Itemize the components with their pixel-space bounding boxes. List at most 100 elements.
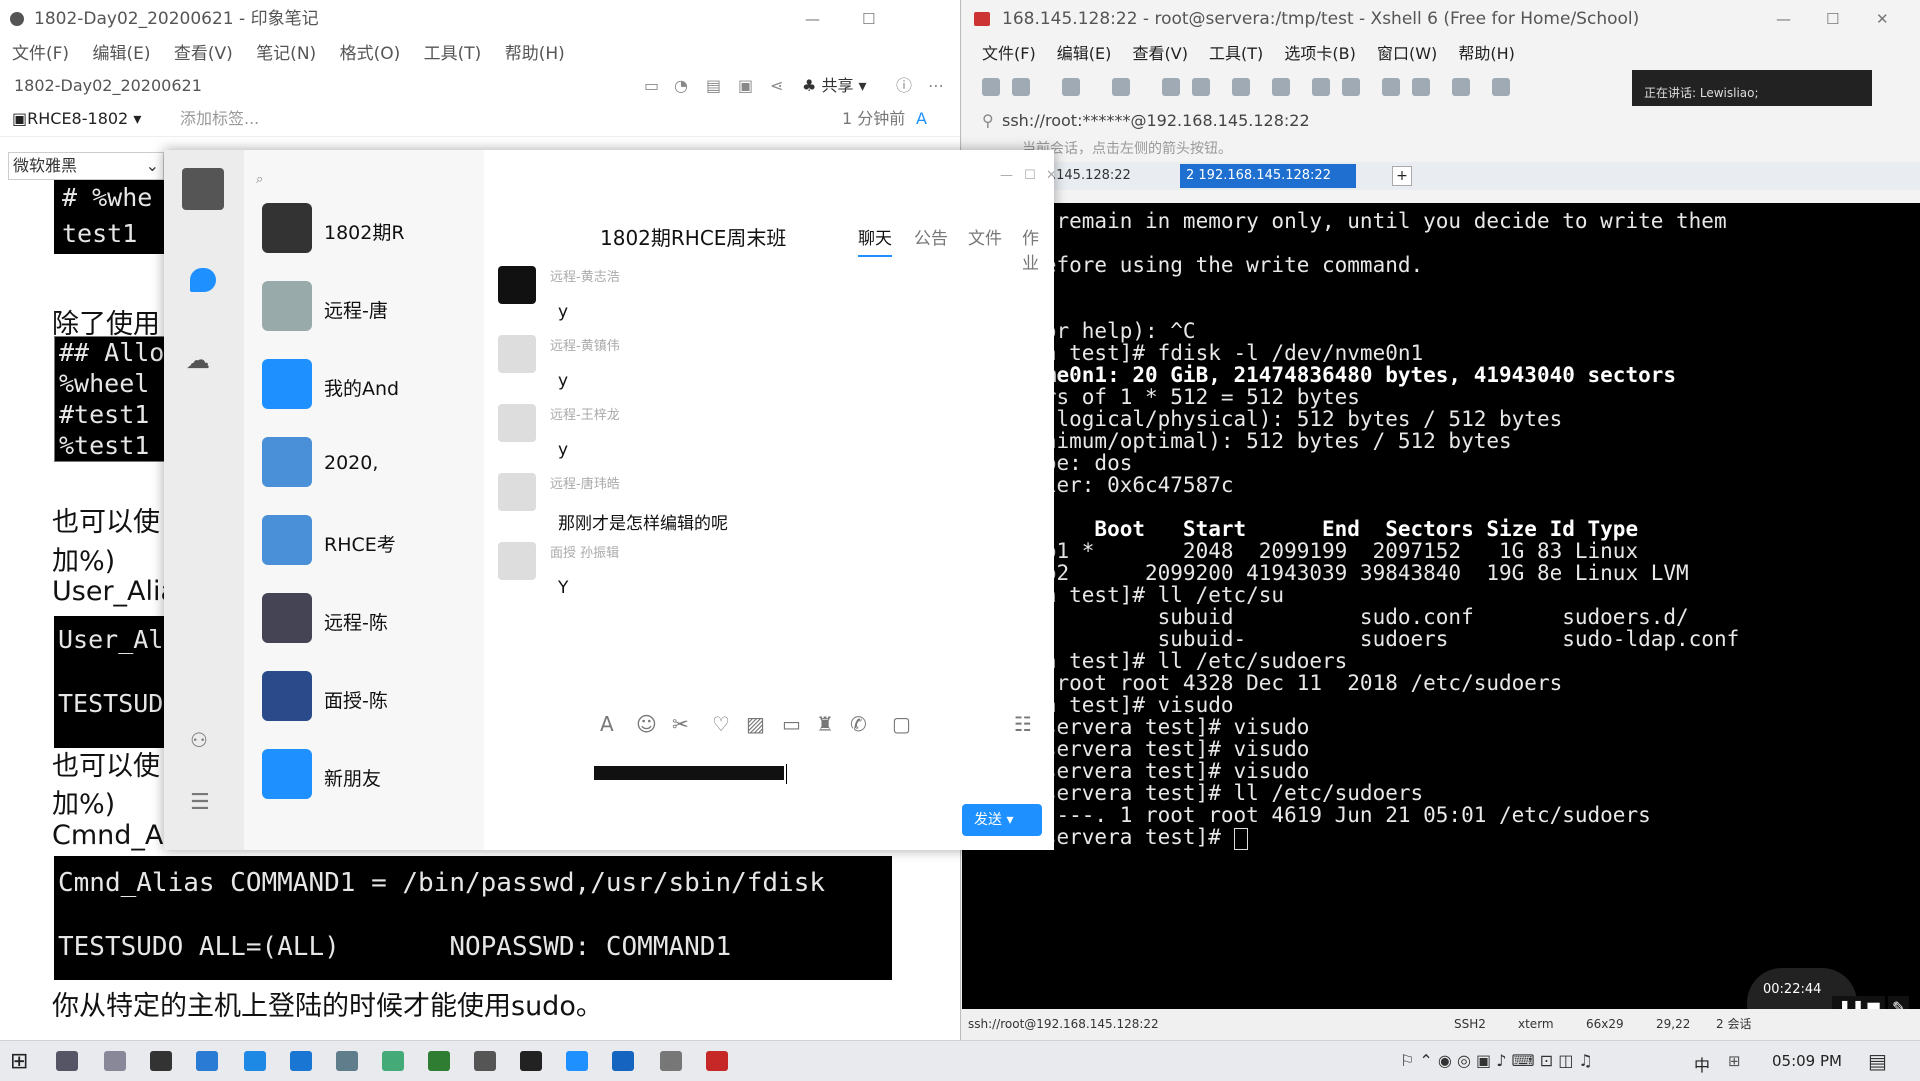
info-icon[interactable]: ⓘ <box>896 70 912 102</box>
menu-tools[interactable]: 工具(T) <box>1209 44 1263 63</box>
menu-file[interactable]: 文件(F) <box>12 44 69 64</box>
fullscreen-icon[interactable] <box>1382 78 1400 96</box>
cloud-icon[interactable]: ☁ <box>186 346 210 374</box>
add-tag-input[interactable]: 添加标签... <box>180 102 259 136</box>
open-icon[interactable] <box>1012 78 1030 96</box>
edge-icon[interactable] <box>244 1051 266 1071</box>
globe-icon[interactable] <box>1232 78 1250 96</box>
share-button[interactable]: ♣ 共享 ▾ <box>802 70 867 102</box>
screenshot-icon[interactable]: ✂ <box>672 712 689 736</box>
taskbar-app-10[interactable] <box>520 1051 542 1071</box>
sender-name[interactable]: 面授 孙振辑 <box>550 542 619 561</box>
contact-item[interactable]: 面授-陈 <box>244 658 484 736</box>
sender-name[interactable]: 远程-王梓龙 <box>550 404 620 423</box>
reminder-icon[interactable]: ▭ <box>644 70 659 102</box>
ime-indicator[interactable]: 中 <box>1694 1052 1710 1076</box>
menu-view[interactable]: 查看(V) <box>174 44 233 64</box>
minimize-icon[interactable]: — <box>1776 0 1791 38</box>
search-icon[interactable] <box>1162 78 1180 96</box>
contact-item[interactable]: 新朋友 <box>244 736 484 814</box>
contacts-icon[interactable]: ⚇ <box>190 728 208 752</box>
lock-icon[interactable] <box>1412 78 1430 96</box>
send-button[interactable]: 发送 ▾ <box>962 804 1042 836</box>
taskbar-app-2[interactable] <box>150 1051 172 1071</box>
menu-view[interactable]: 查看(V) <box>1133 44 1188 63</box>
emoji-icon[interactable]: ☺ <box>636 712 657 736</box>
close-icon[interactable]: ✕ <box>1046 168 1054 183</box>
present-icon[interactable]: ▣ <box>738 70 753 102</box>
notification-icon[interactable]: ▤ <box>1868 1049 1887 1073</box>
taskbar-app-7[interactable] <box>382 1051 404 1071</box>
xagent-icon[interactable] <box>1342 78 1360 96</box>
taskbar-app-12[interactable] <box>612 1051 634 1071</box>
contact-item[interactable]: 我的And <box>244 346 484 424</box>
contact-item[interactable]: 远程-唐 <box>244 268 484 346</box>
sender-name[interactable]: 远程-唐玮皓 <box>550 473 620 492</box>
maximize-icon[interactable]: ☐ <box>1826 0 1839 38</box>
sender-avatar[interactable] <box>498 266 536 304</box>
menu-help[interactable]: 帮助(H) <box>505 44 565 64</box>
menu-window[interactable]: 窗口(W) <box>1377 44 1437 63</box>
print-icon[interactable]: ▤ <box>706 70 721 102</box>
text-format-icon[interactable]: A <box>916 102 927 136</box>
properties-icon[interactable] <box>1112 78 1130 96</box>
font-icon[interactable] <box>1192 78 1210 96</box>
xftp-icon[interactable] <box>1312 78 1330 96</box>
minimize-icon[interactable]: — <box>1000 168 1013 183</box>
taskbar-app-3[interactable] <box>196 1051 218 1071</box>
minimize-icon[interactable]: — <box>805 0 820 38</box>
menu-note[interactable]: 笔记(N) <box>256 44 316 64</box>
sender-avatar[interactable] <box>498 473 536 511</box>
highlight-icon[interactable] <box>1272 78 1290 96</box>
taskbar-app-1[interactable] <box>104 1051 126 1071</box>
script-icon[interactable] <box>1492 78 1510 96</box>
avatar[interactable] <box>182 168 224 210</box>
task-view-icon[interactable] <box>56 1051 78 1071</box>
clock-icon[interactable]: ◔ <box>674 70 688 102</box>
more-icon[interactable]: ⋯ <box>928 70 944 102</box>
new-session-icon[interactable] <box>982 78 1000 96</box>
menu-icon[interactable]: ☰ <box>190 790 210 815</box>
connect-icon[interactable] <box>1062 78 1080 96</box>
image-icon[interactable]: ▨ <box>746 712 765 736</box>
windows-start-icon[interactable]: ⊞ <box>10 1049 28 1074</box>
taskbar-app-6[interactable] <box>336 1051 358 1071</box>
menu-tab[interactable]: 选项卡(B) <box>1284 44 1355 63</box>
sender-avatar[interactable] <box>498 404 536 442</box>
taskbar-app-5[interactable] <box>290 1051 312 1071</box>
tab-session-1[interactable]: .145.128:22 <box>1052 162 1131 190</box>
tab-notice[interactable]: 公告 <box>914 224 948 249</box>
font-icon[interactable]: A <box>600 712 614 736</box>
notebook-selector[interactable]: ▣RHCE8-1802 ▾ <box>12 109 141 128</box>
address-bar[interactable]: ⚲ ssh://root:******@192.168.145.128:22 <box>962 106 1920 136</box>
menu-format[interactable]: 格式(O) <box>340 44 401 64</box>
font-selector[interactable]: 微软雅黑 ⌄ <box>8 152 164 180</box>
history-icon[interactable]: ☷ <box>1014 712 1032 736</box>
menu-help[interactable]: 帮助(H) <box>1458 44 1515 63</box>
folder-icon[interactable]: ▭ <box>782 712 801 736</box>
maximize-icon[interactable]: ☐ <box>1024 168 1036 183</box>
contact-item[interactable]: 1802期R <box>244 190 484 268</box>
sender-avatar[interactable] <box>498 542 536 580</box>
chat-bubble-icon[interactable] <box>190 268 216 292</box>
address-text[interactable]: ssh://root:******@192.168.145.128:22 <box>1002 111 1310 130</box>
favorites-icon[interactable]: ♡ <box>712 712 730 736</box>
tab-files[interactable]: 文件 <box>968 224 1002 249</box>
sender-name[interactable]: 远程-黄志浩 <box>550 266 620 285</box>
taskbar-app-9[interactable] <box>474 1051 496 1071</box>
sender-name[interactable]: 远程-黄镇伟 <box>550 335 620 354</box>
phone-icon[interactable]: ✆ <box>850 712 867 736</box>
menu-edit[interactable]: 编辑(E) <box>92 44 150 64</box>
share-link-icon[interactable]: ⋖ <box>770 70 783 102</box>
close-icon[interactable]: ✕ <box>1876 0 1889 38</box>
menu-tools[interactable]: 工具(T) <box>424 44 482 64</box>
contact-item[interactable]: 远程-陈 <box>244 580 484 658</box>
menu-file[interactable]: 文件(F) <box>982 44 1036 63</box>
maximize-icon[interactable]: ☐ <box>862 0 875 38</box>
screen-share-icon[interactable]: ▢ <box>892 712 911 736</box>
contact-item[interactable]: RHCE考 <box>244 502 484 580</box>
terminal[interactable]: s will remain in memory only, until you … <box>962 203 1920 1009</box>
xshell-taskbar-icon[interactable] <box>706 1051 728 1071</box>
note-title[interactable]: 1802-Day02_20200621 <box>14 76 202 95</box>
gift-icon[interactable]: ♜ <box>816 712 834 736</box>
